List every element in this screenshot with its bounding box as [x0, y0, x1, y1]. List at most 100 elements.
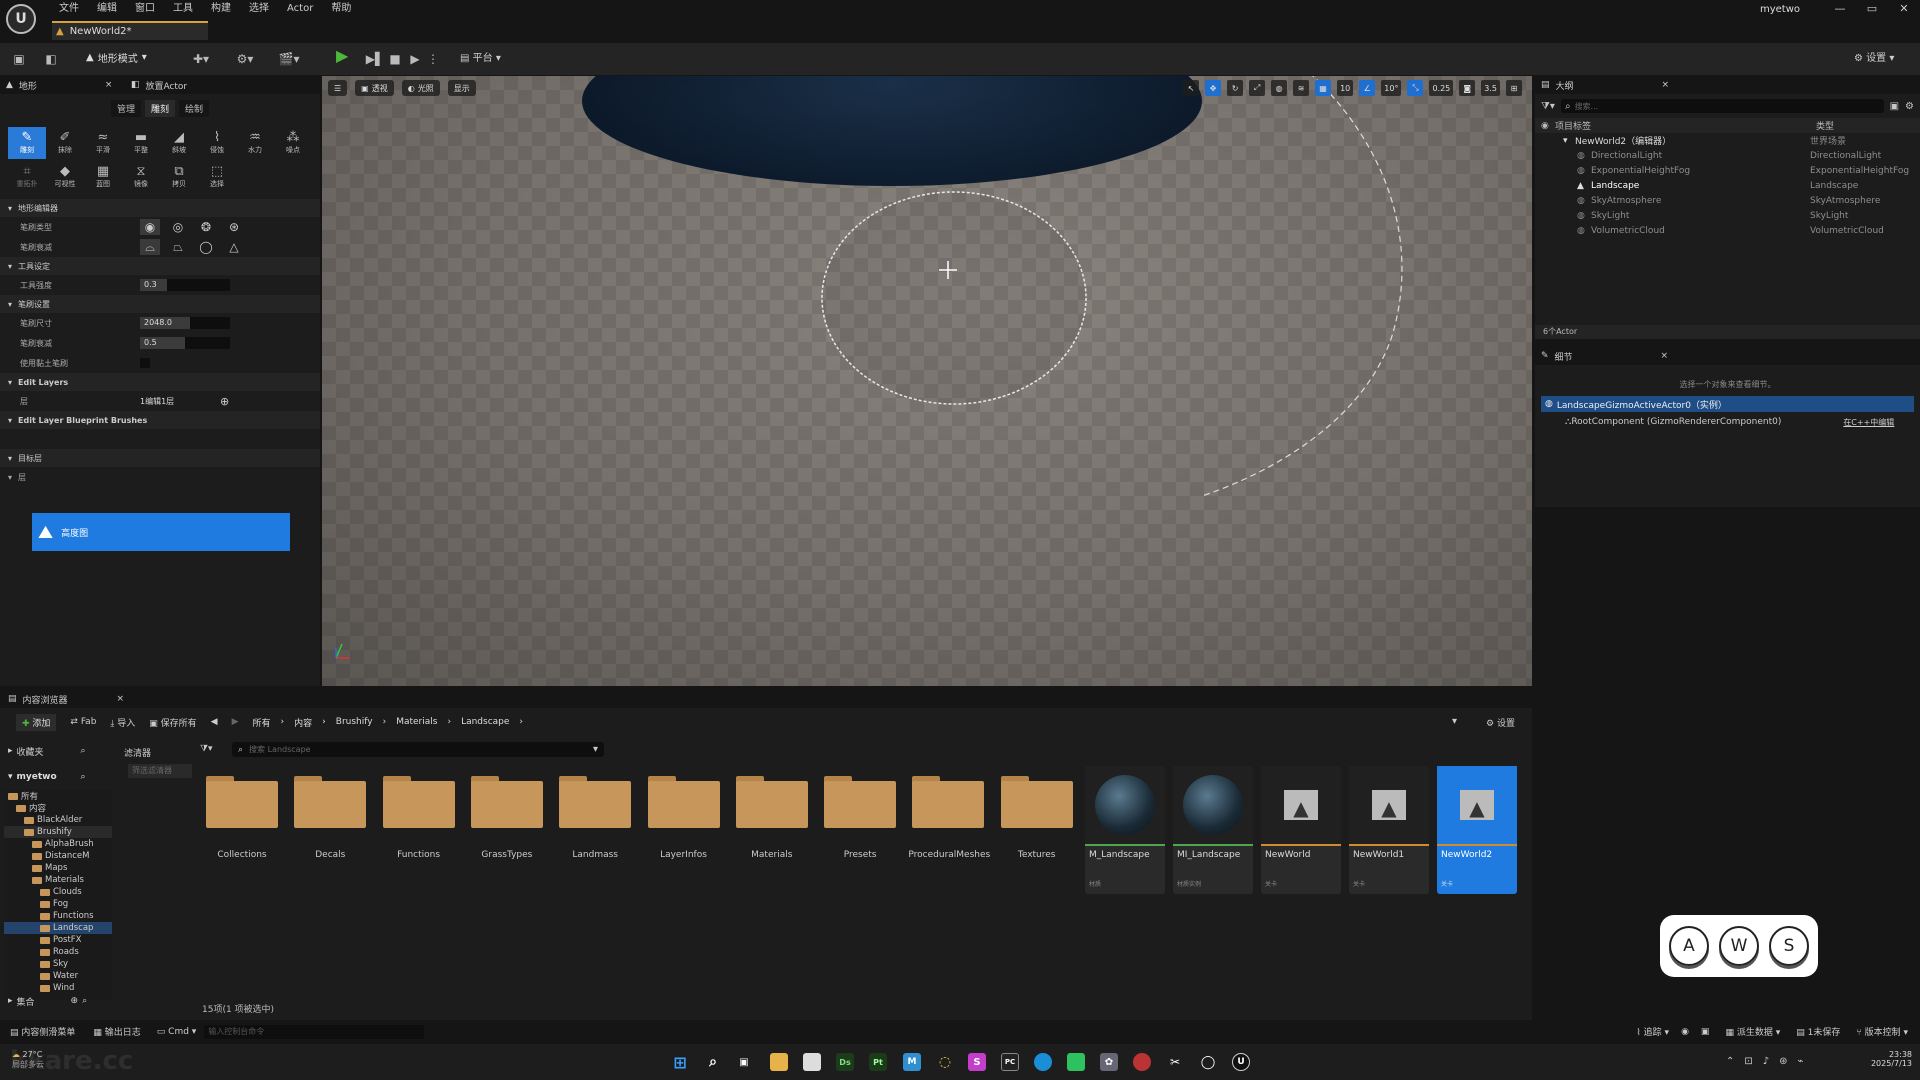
tool-flatten[interactable]: ▬ 平整 — [122, 127, 160, 159]
layer-value[interactable]: 1编辑1层 — [140, 396, 220, 407]
lit-button[interactable]: ◐ 光照 — [401, 80, 440, 96]
close-icon[interactable]: × — [1662, 80, 1670, 90]
folder-asset[interactable]: Textures — [997, 766, 1077, 894]
scale-snap-icon[interactable]: ⤡ — [1407, 80, 1424, 96]
menu-edit[interactable]: 编辑 — [88, 2, 126, 16]
clock[interactable]: 23:38 2025/7/13 — [1866, 1050, 1912, 1068]
show-button[interactable]: 显示 — [447, 80, 476, 96]
screenshot-icon[interactable]: ▣ — [1693, 1027, 1718, 1037]
close-button[interactable]: ✕ — [1890, 2, 1918, 16]
surface-snap-icon[interactable]: ≋ — [1293, 80, 1310, 96]
tool-blueprint[interactable]: ▦ 蓝图 — [84, 161, 122, 193]
outliner-row[interactable]: ◍ SkyLight SkyLight — [1535, 208, 1920, 223]
tool-select[interactable]: ⬚ 选择 — [198, 161, 236, 193]
chat-icon[interactable]: ◯ — [1199, 1053, 1217, 1071]
menu-tools[interactable]: 工具 — [164, 2, 202, 16]
pt-app-icon[interactable]: Pt — [869, 1053, 887, 1071]
settings-button[interactable]: ⚙ 设置 ▾ — [1854, 49, 1894, 64]
add-folder-icon[interactable]: ▣ — [1890, 101, 1899, 112]
content-drawer-button[interactable]: ▤ 内容侧滑菜单 — [0, 1025, 85, 1038]
folder-asset[interactable]: LayerInfos — [644, 766, 724, 894]
menu-window[interactable]: 窗口 — [126, 2, 164, 16]
rotate-icon[interactable]: ↻ — [1227, 80, 1244, 96]
tool-ramp[interactable]: ◢ 斜坡 — [160, 127, 198, 159]
folder-asset[interactable]: ProceduralMeshes — [908, 766, 990, 894]
tool-eraser[interactable]: ✐ 抹除 — [46, 127, 84, 159]
viewport-menu-button[interactable]: ☰ — [328, 80, 348, 96]
tool-mirror[interactable]: ⧖ 镜像 — [122, 161, 160, 193]
heightmap-layer[interactable]: ⛰ 高度图 — [32, 513, 290, 551]
brush-falloff-field[interactable]: 0.5 — [140, 337, 230, 349]
camera-speed-value[interactable]: 3.5 — [1481, 80, 1500, 96]
tab-landscape[interactable]: 地形 — [19, 79, 99, 92]
play-options-icon[interactable]: ⋮ — [422, 50, 444, 68]
level-viewport[interactable]: ☰ ▣ 透视 ◐ 光照 显示 ↖ ✥ ↻ ⤢ ◍ ≋ ▦ 10 ∠ 10° ⤡ 0.… — [322, 76, 1532, 686]
mode-dropdown[interactable]: ▲ 地形模式 ▾ — [86, 48, 147, 66]
outliner-row[interactable]: ◍ SkyAtmosphere SkyAtmosphere — [1535, 193, 1920, 208]
level-asset[interactable]: ▲ NewWorld1 关卡 — [1349, 766, 1429, 894]
step-icon[interactable]: ▶▌ — [364, 50, 386, 68]
section-edit-layers[interactable]: ▾ Edit Layers — [0, 373, 320, 391]
tool-smooth[interactable]: ≈ 平滑 — [84, 127, 122, 159]
s-app-icon[interactable]: S — [968, 1053, 986, 1071]
scale-snap-value[interactable]: 0.25 — [1429, 80, 1454, 96]
filter-icon[interactable]: ⧩▾ — [1541, 101, 1555, 112]
eye-icon[interactable]: ◉ — [1541, 121, 1555, 131]
source-control-button[interactable]: ⑂ 版本控制 ▾ — [1848, 1025, 1920, 1038]
camera-speed-icon[interactable]: ◙ — [1459, 80, 1476, 96]
record-app-icon[interactable] — [1133, 1053, 1151, 1071]
stop-icon[interactable]: ■ — [384, 50, 406, 68]
folder-asset[interactable]: Decals — [290, 766, 370, 894]
tray-icons[interactable]: ⌃⊡♪⊛⌁ — [1726, 1056, 1814, 1067]
tool-noise[interactable]: ⁂ 噪点 — [274, 127, 312, 159]
content-icon[interactable]: ◧ — [40, 50, 62, 68]
alpha-brush-icon[interactable]: ◎ — [168, 219, 188, 235]
minimize-button[interactable]: — — [1826, 2, 1854, 16]
folder-asset[interactable]: Functions — [379, 766, 459, 894]
output-log-button[interactable]: ▦ 输出日志 — [85, 1025, 148, 1038]
pattern-brush-icon[interactable]: ❂ — [196, 219, 216, 235]
circle-brush-icon[interactable]: ◉ — [140, 219, 160, 235]
search-icon[interactable]: ⌕ — [704, 1053, 722, 1071]
outliner-search[interactable]: ⌕ 搜索... — [1560, 99, 1884, 113]
task-view-icon[interactable]: ▣ — [735, 1053, 753, 1071]
tab-manage[interactable]: 管理 — [110, 100, 141, 117]
close-icon[interactable]: × — [1661, 351, 1669, 361]
brush-size-field[interactable]: 2048.0 — [140, 317, 230, 329]
tool-visibility[interactable]: ◆ 可视性 — [46, 161, 84, 193]
level-asset[interactable]: ▲ NewWorld2 关卡 — [1437, 766, 1517, 894]
outliner-row[interactable]: ◍ VolumetricCloud VolumetricCloud — [1535, 223, 1920, 238]
jetbrains-icon[interactable]: PC — [1001, 1053, 1019, 1071]
smooth-falloff-icon[interactable]: ⌓ — [140, 239, 160, 255]
outliner-row[interactable]: ▲ Landscape Landscape — [1535, 178, 1920, 193]
windows-start-icon[interactable]: ⊞ — [671, 1053, 689, 1072]
add-actor-icon[interactable]: ✚▾ — [190, 50, 212, 68]
tab-sculpt[interactable]: 雕刻 — [144, 100, 175, 117]
notepad-icon[interactable] — [803, 1053, 821, 1071]
console-input[interactable]: 输入控制台命令 — [204, 1024, 425, 1039]
maximize-button[interactable]: ▭ — [1858, 2, 1886, 16]
ds-app-icon[interactable]: Ds — [836, 1053, 854, 1071]
rotation-snap-icon[interactable]: ∠ — [1359, 80, 1376, 96]
linear-falloff-icon[interactable]: ⏢ — [168, 239, 188, 255]
tool-brush[interactable]: ✎ 雕刻 — [8, 127, 46, 159]
details-component-row[interactable]: ⛬ RootComponent (GizmoRendererComponent0… — [1541, 414, 1914, 430]
use-clay-checkbox[interactable] — [140, 358, 150, 368]
section-brush-settings[interactable]: ▾ 笔刷设置 — [0, 295, 320, 313]
folder-asset[interactable]: Collections — [202, 766, 282, 894]
spherical-falloff-icon[interactable]: ◯ — [196, 239, 216, 255]
outliner-row[interactable]: ◍ DirectionalLight DirectionalLight — [1535, 148, 1920, 163]
menu-file[interactable]: 文件 — [50, 2, 88, 16]
app-icon[interactable]: ✿ — [1100, 1053, 1118, 1071]
perspective-button[interactable]: ▣ 透视 — [355, 80, 394, 96]
chrome-icon[interactable]: ◌ — [936, 1053, 954, 1071]
trace-button[interactable]: ⌇ 追踪 ▾ — [1628, 1025, 1677, 1038]
save-icon[interactable]: ▣ — [8, 50, 30, 68]
details-actor-row[interactable]: ◍ LandscapeGizmoActiveActor0（实例） — [1541, 396, 1914, 412]
details-title[interactable]: 细节 — [1555, 350, 1655, 363]
outliner-row[interactable]: ◍ ExponentialHeightFog ExponentialHeightFo… — [1535, 163, 1920, 178]
section-tool-settings[interactable]: ▾ 工具设定 — [0, 257, 320, 275]
scale-icon[interactable]: ⤢ — [1249, 80, 1266, 96]
record-icon[interactable]: ◉ — [1677, 1027, 1693, 1037]
folder-asset[interactable]: Materials — [732, 766, 812, 894]
